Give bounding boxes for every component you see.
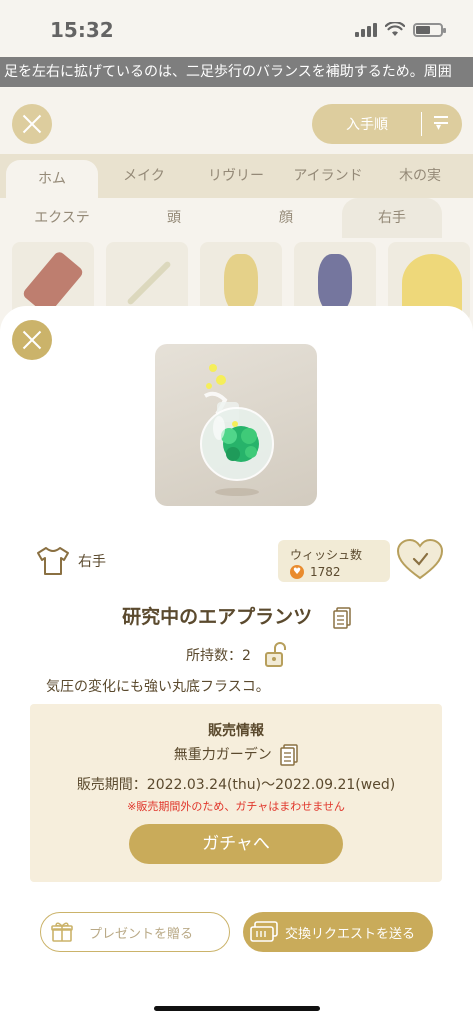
wish-heart-button[interactable] [396,538,444,582]
unlock-icon[interactable] [263,642,289,668]
document-icon[interactable] [333,606,351,629]
present-button-label: プレゼントを贈る [89,926,194,942]
owned-count-row: 所持数：2 [186,642,289,668]
item-title-row: 研究中のエアプランツ [0,602,473,629]
shop-row: 無重力ガーデン [30,744,442,766]
home-indicator[interactable] [154,1006,320,1011]
trade-button-label: 交換リクエストを送る [285,926,416,942]
wish-count: 1782 [310,565,341,579]
category-label: 右手 [78,554,106,570]
present-button[interactable]: プレゼントを贈る [40,912,230,952]
item-image [155,344,317,506]
heart-check-icon [396,538,444,580]
wish-title: ウィッシュ数 [290,548,363,562]
ticket-icon [250,921,278,942]
item-category: 右手 [36,546,106,576]
item-description: 気圧の変化にも強い丸底フラスコ。 [46,679,270,695]
wish-heart-icon: ♥ [290,565,304,579]
item-name: 研究中のエアプランツ [122,606,313,628]
flask-icon [200,364,274,496]
wish-count-box: ウィッシュ数 ♥ 1782 [278,540,390,582]
sales-warning: ※販売期間外のため、ガチャはまわせません [127,800,345,813]
sales-info-panel: 販売情報 無重力ガーデン 販売期間：2022.03.24(thu)〜2022.0… [30,704,442,882]
close-icon[interactable] [12,320,52,360]
gacha-button[interactable]: ガチャへ [129,824,343,864]
trade-request-button[interactable]: 交換リクエストを送る [243,912,433,952]
gift-icon [51,922,73,942]
sales-heading: 販売情報 [208,723,264,739]
document-icon[interactable] [280,744,298,766]
shirt-icon [37,547,69,575]
shop-name[interactable]: 無重力ガーデン [174,747,272,763]
item-detail-modal: 右手 ウィッシュ数 ♥ 1782 研究中のエアプランツ 所持数：2 気圧の変化に… [0,306,473,1024]
sales-period: 販売期間：2022.03.24(thu)〜2022.09.21(wed) [76,777,396,793]
owned-count: 所持数：2 [186,648,251,664]
